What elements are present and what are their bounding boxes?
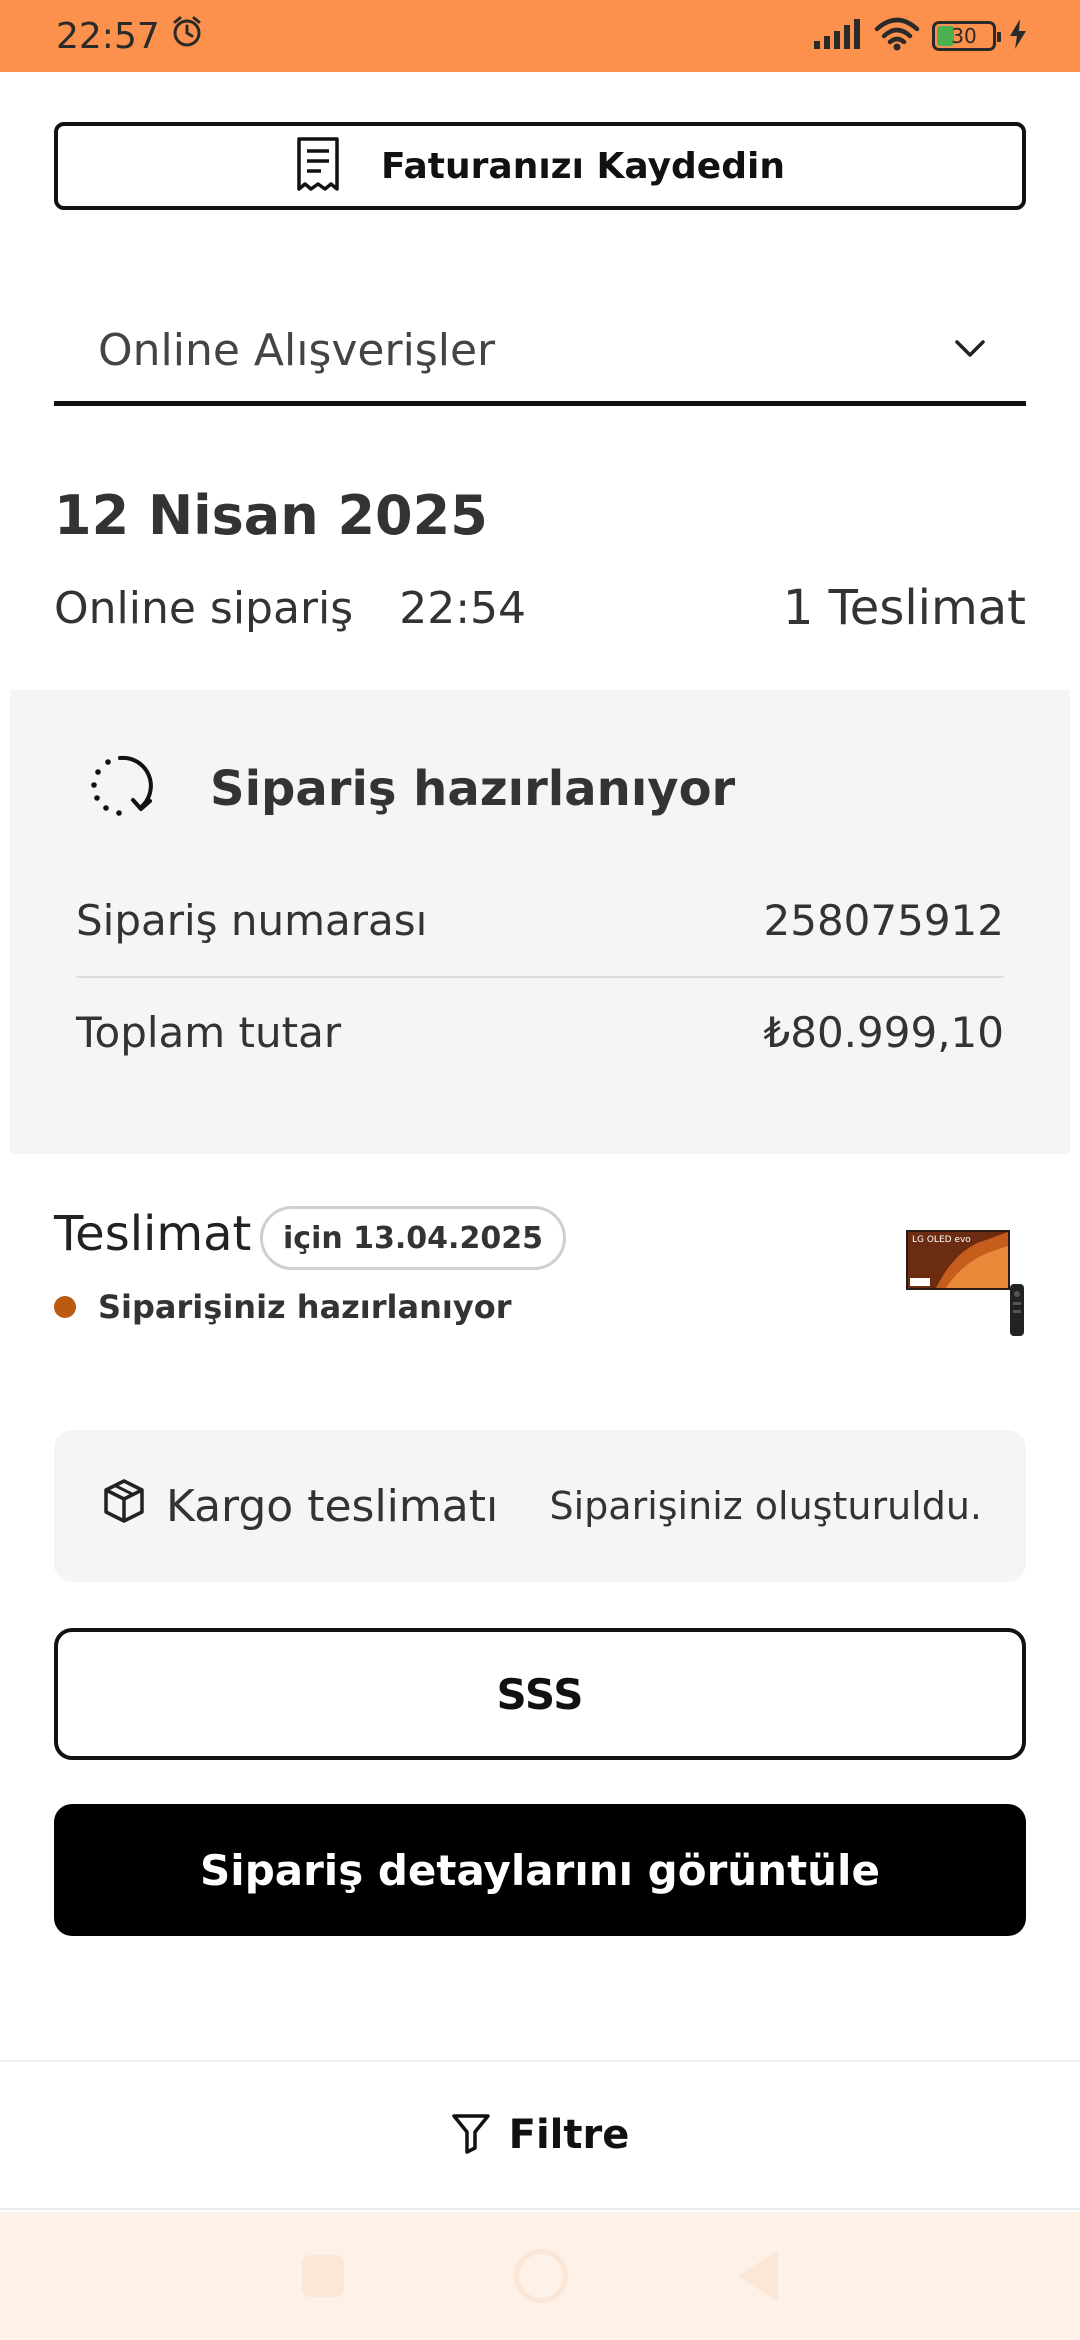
- order-date: 12 Nisan 2025: [54, 484, 488, 547]
- status-bar: 22:57 30: [0, 0, 1080, 72]
- order-meta: Online sipariş 22:54 1 Teslimat: [54, 580, 1026, 636]
- alarm-icon: [170, 15, 204, 58]
- order-status-card[interactable]: Sipariş hazırlanıyor Sipariş numarası 25…: [10, 690, 1070, 1154]
- battery-icon: 30: [932, 21, 1001, 51]
- delivery-status: Siparişiniz hazırlanıyor: [54, 1288, 511, 1326]
- divider: [76, 976, 1004, 978]
- faq-button[interactable]: SSS: [54, 1628, 1026, 1760]
- order-type: Online sipariş: [54, 582, 354, 634]
- delivery-count: 1 Teslimat: [782, 580, 1026, 636]
- charging-icon: [1008, 19, 1028, 53]
- order-number-label: Sipariş numarası: [76, 896, 428, 945]
- total-value: ₺80.999,10: [763, 1008, 1004, 1057]
- signal-icon: [814, 19, 862, 53]
- delivery-title: Teslimat: [54, 1206, 252, 1262]
- order-number-value: 258075912: [763, 896, 1005, 945]
- wifi-icon: [874, 17, 920, 55]
- dropdown-value: Online Alışverişler: [98, 325, 496, 376]
- filter-button[interactable]: Filtre: [0, 2060, 1080, 2210]
- shipping-note: Siparişiniz oluşturuldu.: [549, 1484, 982, 1528]
- thumbnail-brand-text: LG OLED evo: [912, 1235, 971, 1245]
- shipping-status-box: Kargo teslimatı Siparişiniz oluşturuldu.: [54, 1430, 1026, 1582]
- home-icon[interactable]: [514, 2249, 568, 2303]
- system-nav-bar: [0, 2212, 1080, 2340]
- shopping-type-dropdown[interactable]: Online Alışverişler: [54, 300, 1026, 406]
- shipping-method-label: Kargo teslimatı: [166, 1480, 499, 1532]
- delivery-status-text: Siparişiniz hazırlanıyor: [98, 1288, 512, 1326]
- back-icon[interactable]: [738, 2250, 778, 2302]
- status-header: Sipariş hazırlanıyor: [86, 750, 735, 828]
- status-dot: [54, 1296, 76, 1318]
- delivery-date-badge: için 13.04.2025: [260, 1206, 566, 1270]
- refresh-progress-icon: [86, 750, 160, 828]
- chevron-down-icon: [954, 339, 986, 363]
- clock: 22:57: [56, 15, 160, 57]
- shipping-method: Kargo teslimatı: [102, 1478, 498, 1535]
- battery-level: 30: [951, 24, 977, 48]
- receipt-icon: [295, 136, 341, 196]
- delivery-section[interactable]: Teslimat için 13.04.2025 Siparişiniz haz…: [54, 1206, 1026, 1336]
- product-thumbnail[interactable]: LG OLED evo: [906, 1230, 1028, 1336]
- package-icon: [102, 1478, 146, 1535]
- total-label: Toplam tutar: [76, 1008, 342, 1057]
- order-number-row: Sipariş numarası 258075912: [76, 896, 1004, 945]
- save-invoice-button[interactable]: Faturanızı Kaydedin: [54, 122, 1026, 210]
- view-order-details-button[interactable]: Sipariş detaylarını görüntüle: [54, 1804, 1026, 1936]
- filter-icon: [451, 2112, 491, 2158]
- total-row: Toplam tutar ₺80.999,10: [76, 1008, 1004, 1057]
- save-invoice-label: Faturanızı Kaydedin: [381, 145, 785, 187]
- order-time: 22:54: [399, 582, 527, 634]
- status-icons: 30: [814, 17, 1028, 55]
- status-title: Sipariş hazırlanıyor: [210, 761, 736, 817]
- filter-label: Filtre: [508, 2112, 630, 2158]
- status-left: 22:57: [56, 15, 204, 58]
- recent-apps-icon[interactable]: [302, 2255, 344, 2297]
